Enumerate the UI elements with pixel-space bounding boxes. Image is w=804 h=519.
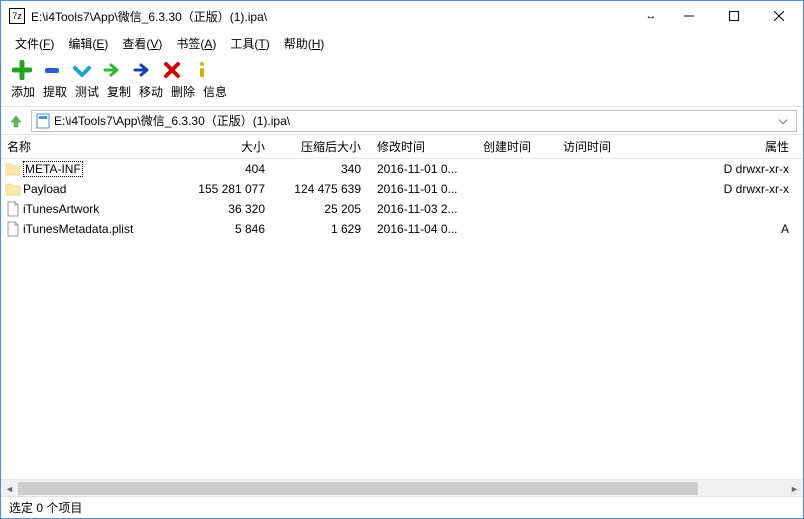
folder-icon [5,161,21,177]
table-row[interactable]: Payload 155 281 077124 475 6392016-11-01 … [1,179,803,199]
rows-container[interactable]: META-INF 4043402016-11-01 0... D drwxr-xr-… [1,159,803,479]
menu-file[interactable]: 文件(F) [9,33,60,54]
menu-tool[interactable]: 工具(T) [224,33,275,54]
titlebar[interactable]: 7z E:\i4Tools7\App\微信_6.3.30（正版）(1).ipa\… [1,1,803,31]
window-controls: ↔ [636,2,801,30]
file-icon [5,221,21,237]
cell-size: 5 846 [191,222,271,236]
info-label[interactable]: 信息 [201,83,229,100]
file-list: 名称 大小 压缩后大小 修改时间 创建时间 访问时间 属性 META-INF 40… [1,135,803,496]
folder-icon [5,181,21,197]
delete-label[interactable]: 删除 [169,83,197,100]
test-label[interactable]: 测试 [73,83,101,100]
file-name: iTunesArtwork [23,202,99,216]
cell-packed: 340 [271,162,367,176]
cell-attr: A [633,222,803,236]
maximize-button[interactable] [711,2,756,30]
file-name: Payload [23,182,66,196]
extract-label[interactable]: 提取 [41,83,69,100]
header-accessed[interactable]: 访问时间 [553,138,633,155]
cell-size: 36 320 [191,202,271,216]
close-button[interactable] [756,2,801,30]
cell-modified: 2016-11-03 2... [367,202,473,216]
cell-modified: 2016-11-01 0... [367,182,473,196]
table-row[interactable]: iTunesArtwork 36 32025 2052016-11-03 2... [1,199,803,219]
scroll-thumb[interactable] [18,482,698,495]
header-name[interactable]: 名称 [1,138,191,155]
cell-size: 155 281 077 [191,182,271,196]
menubar: 文件(F) 编辑(E) 查看(V) 书签(A) 工具(T) 帮助(H) [1,31,803,55]
menu-bookmark[interactable]: 书签(A) [170,33,222,54]
menu-help[interactable]: 帮助(H) [278,33,331,54]
header-attr[interactable]: 属性 [633,138,803,155]
extract-icon[interactable] [41,59,63,81]
cell-attr: D drwxr-xr-x [633,182,803,196]
header-packed[interactable]: 压缩后大小 [271,138,367,155]
add-icon[interactable] [11,59,33,81]
file-name: iTunesMetadata.plist [23,222,133,236]
statusbar: 选定 0 个项目 [1,496,803,518]
table-row[interactable]: META-INF 4043402016-11-01 0... D drwxr-xr-… [1,159,803,179]
move-label[interactable]: 移动 [137,83,165,100]
app-icon: 7z [9,8,25,24]
menu-view[interactable]: 查看(V) [116,33,168,54]
delete-icon[interactable] [161,59,183,81]
path-dropdown-icon[interactable]: ⌵ [774,113,792,128]
column-headers: 名称 大小 压缩后大小 修改时间 创建时间 访问时间 属性 [1,135,803,159]
copy-label[interactable]: 复制 [105,83,133,100]
path-input[interactable]: E:\i4Tools7\App\微信_6.3.30（正版）(1).ipa\ ⌵ [31,110,797,132]
header-created[interactable]: 创建时间 [473,138,553,155]
horizontal-scrollbar[interactable]: ◄ ► [1,479,803,496]
table-row[interactable]: iTunesMetadata.plist 5 8461 6292016-11-04… [1,219,803,239]
header-modified[interactable]: 修改时间 [367,138,473,155]
cell-attr: D drwxr-xr-x [633,162,803,176]
scroll-left-icon[interactable]: ◄ [1,480,18,496]
archive-icon [36,113,50,129]
path-text: E:\i4Tools7\App\微信_6.3.30（正版）(1).ipa\ [54,112,774,129]
cell-packed: 1 629 [271,222,367,236]
scroll-right-icon[interactable]: ► [786,480,803,496]
move-left-icon[interactable]: ↔ [636,2,666,30]
app-window: 7z E:\i4Tools7\App\微信_6.3.30（正版）(1).ipa\… [0,0,804,519]
cell-modified: 2016-11-01 0... [367,162,473,176]
toolbar: 添加 提取 测试 复制 移动 删除 信息 [1,55,803,107]
cell-size: 404 [191,162,271,176]
file-icon [5,201,21,217]
cell-packed: 124 475 639 [271,182,367,196]
cell-modified: 2016-11-04 0... [367,222,473,236]
file-name: META-INF [23,161,83,177]
minimize-button[interactable] [666,2,711,30]
window-title: E:\i4Tools7\App\微信_6.3.30（正版）(1).ipa\ [31,8,636,25]
copy-icon[interactable] [101,59,123,81]
test-icon[interactable] [71,59,93,81]
header-size[interactable]: 大小 [191,138,271,155]
up-icon[interactable] [7,112,25,130]
pathbar: E:\i4Tools7\App\微信_6.3.30（正版）(1).ipa\ ⌵ [1,107,803,135]
info-icon[interactable] [191,59,213,81]
add-label[interactable]: 添加 [9,83,37,100]
cell-packed: 25 205 [271,202,367,216]
move-icon[interactable] [131,59,153,81]
menu-edit[interactable]: 编辑(E) [62,33,114,54]
status-text: 选定 0 个项目 [9,499,82,516]
